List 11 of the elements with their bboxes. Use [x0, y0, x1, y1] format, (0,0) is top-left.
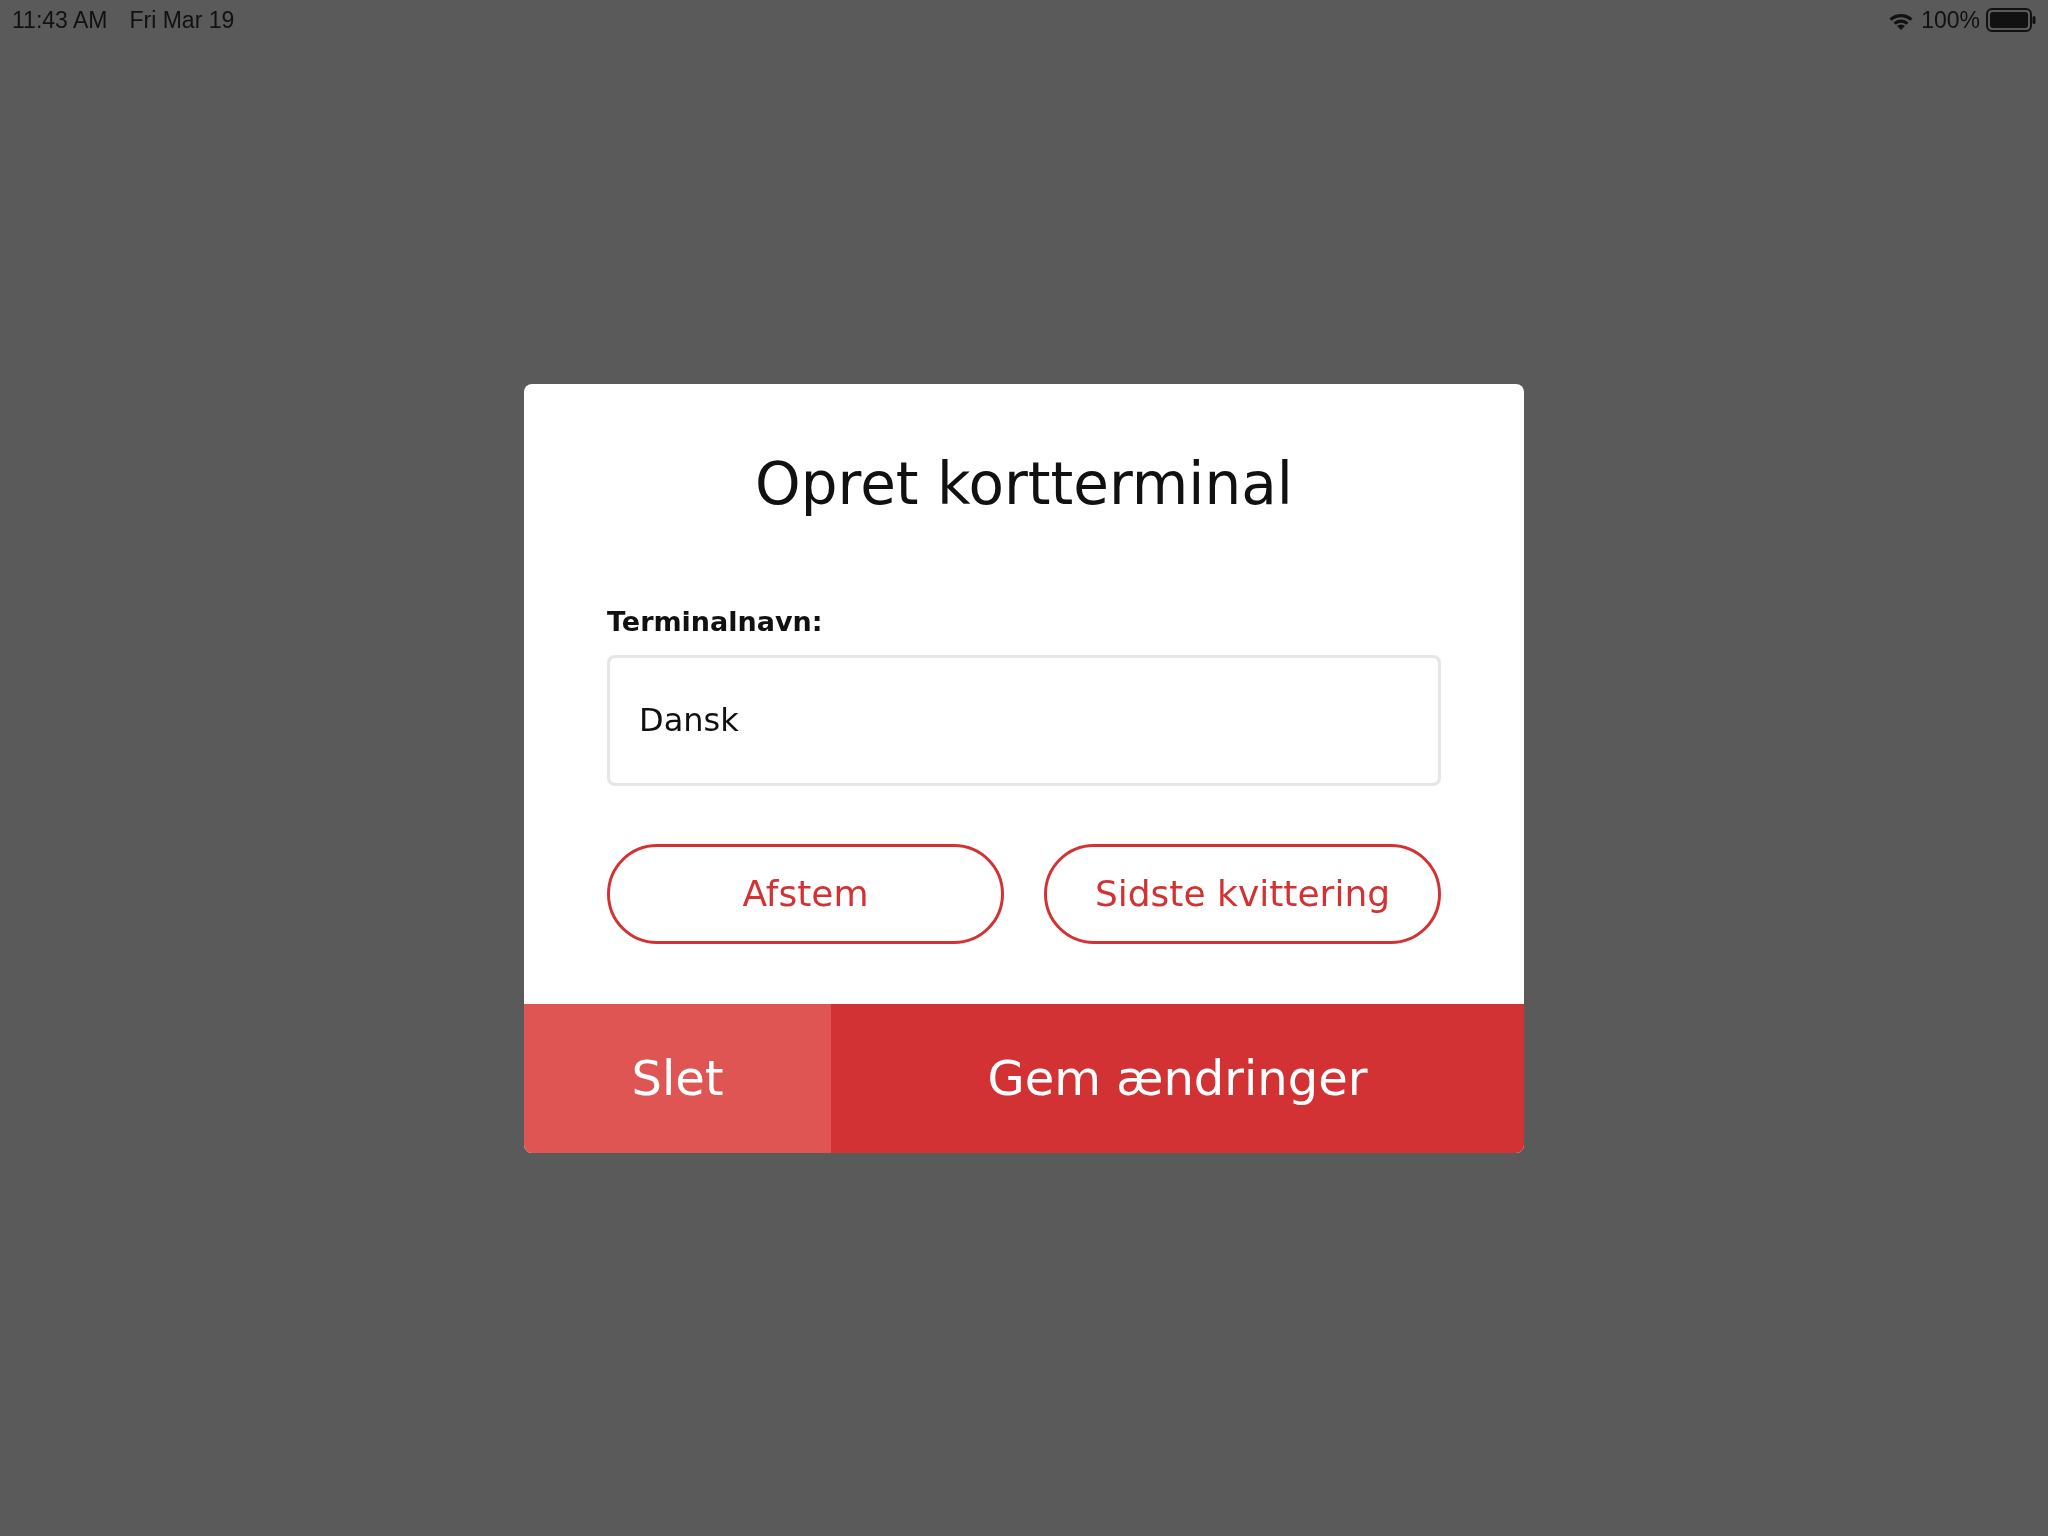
- delete-button[interactable]: Slet: [524, 1003, 831, 1153]
- battery-icon: [1986, 8, 2036, 32]
- save-button[interactable]: Gem ændringer: [831, 1003, 1524, 1153]
- status-time: 11:43 AM: [12, 6, 108, 34]
- action-button[interactable]: Afstem: [607, 843, 1004, 944]
- battery-percentage: 100%: [1921, 6, 1980, 34]
- action-button[interactable]: Sidste kvittering: [1044, 843, 1441, 944]
- dialog-title: Opret kortterminal: [754, 449, 1294, 518]
- field-label: Terminalnavn:: [607, 605, 824, 637]
- status-date: Fri Mar 19: [129, 6, 235, 34]
- terminal-name-field[interactable]: Dansk: [607, 654, 1441, 786]
